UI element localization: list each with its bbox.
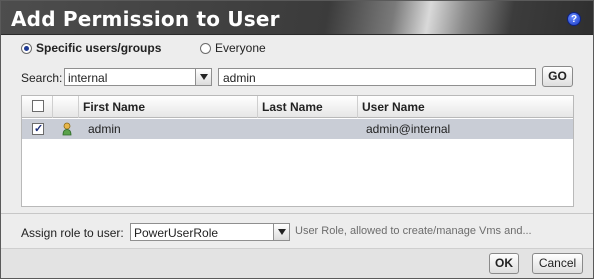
grid-header: First Name Last Name User Name (22, 96, 573, 118)
icon-column (53, 96, 79, 118)
cell-user-name: admin@internal (366, 122, 451, 136)
role-select[interactable]: PowerUserRole (130, 223, 290, 241)
dialog-title: Add Permission to User (11, 7, 280, 31)
ok-button[interactable]: OK (489, 253, 519, 274)
user-icon (62, 122, 72, 136)
help-icon[interactable]: ? (567, 12, 581, 26)
section-divider (1, 213, 593, 214)
dialog-footer: OK Cancel (1, 248, 593, 278)
chevron-down-icon[interactable] (273, 224, 289, 240)
role-select-value: PowerUserRole (134, 226, 219, 240)
cell-last-name (258, 119, 262, 139)
table-row[interactable]: admin admin@internal (22, 119, 573, 139)
search-input-value: admin (223, 71, 256, 85)
radio-everyone[interactable]: Everyone (200, 41, 266, 55)
chevron-down-icon[interactable] (195, 69, 211, 85)
radio-everyone-label: Everyone (215, 41, 266, 55)
row-checkbox[interactable] (32, 122, 44, 135)
dialog-content: Specific users/groups Everyone Search: i… (1, 36, 593, 248)
column-last-name[interactable]: Last Name (258, 96, 358, 118)
domain-select-value: internal (68, 71, 108, 85)
column-first-name[interactable]: First Name (79, 96, 258, 118)
dialog-titlebar: Add Permission to User ? (1, 1, 593, 35)
assign-role-label: Assign role to user: (21, 226, 124, 240)
cell-first-name: admin (88, 122, 121, 136)
radio-everyone-button[interactable] (200, 42, 211, 54)
role-description: User Role, allowed to create/manage Vms … (295, 225, 532, 237)
radio-specific-users-label: Specific users/groups (36, 41, 162, 55)
radio-specific-users-button[interactable] (21, 42, 32, 54)
select-all-checkbox[interactable] (32, 100, 44, 112)
column-user-name[interactable]: User Name (358, 96, 575, 118)
go-button[interactable]: GO (542, 66, 573, 87)
radio-specific-users[interactable]: Specific users/groups (21, 41, 161, 55)
search-input[interactable]: admin (218, 68, 536, 86)
add-permission-dialog: Add Permission to User ? Specific users/… (0, 0, 594, 279)
cancel-button[interactable]: Cancel (532, 253, 583, 274)
select-all-column (22, 96, 53, 118)
search-label: Search: (21, 71, 63, 85)
domain-select[interactable]: internal (64, 68, 212, 86)
users-grid: First Name Last Name User Name admin adm… (21, 95, 574, 207)
